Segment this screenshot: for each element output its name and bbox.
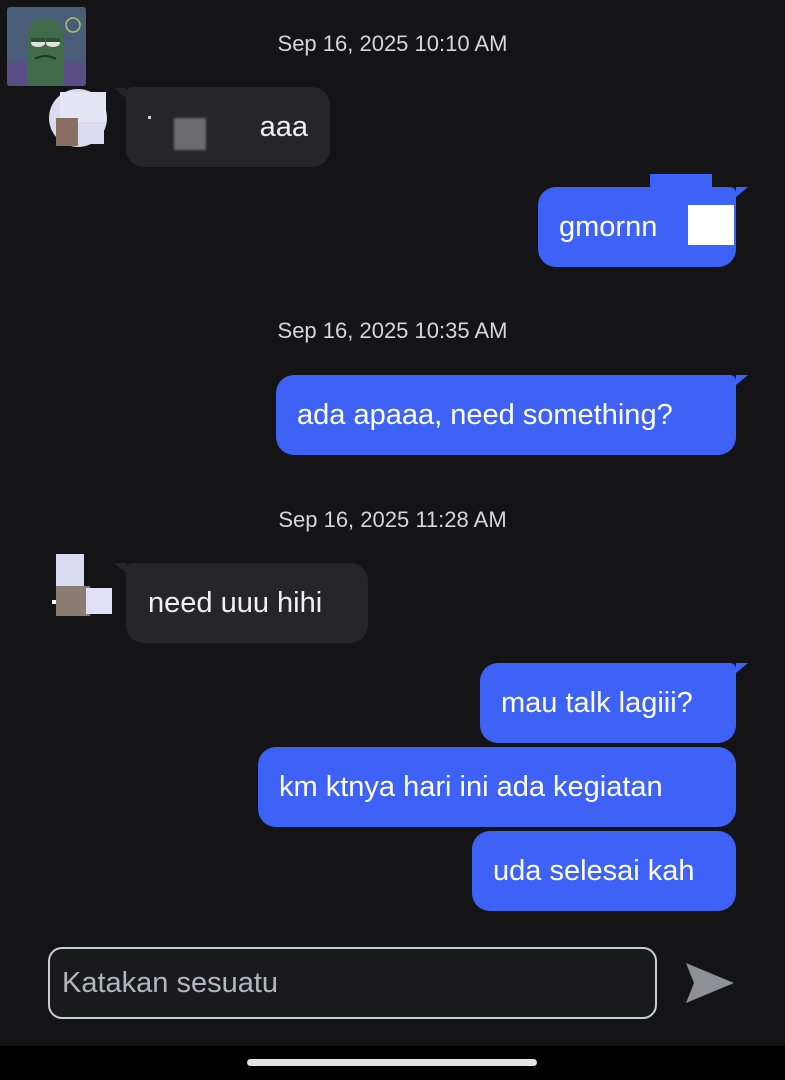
- message-bubble-outgoing: uda selesai kah: [472, 831, 736, 911]
- message-bubble-outgoing: mau talk lagiii?: [480, 663, 736, 743]
- send-button[interactable]: [680, 957, 740, 1009]
- redacted-block: [174, 118, 206, 150]
- message-bubble-outgoing: km ktnya hari ini ada kegiatan: [258, 747, 736, 827]
- message-composer: [48, 947, 657, 1019]
- message-text: aaa: [259, 110, 308, 143]
- message-text: need uuu hihi: [148, 586, 323, 619]
- message-input[interactable]: [50, 949, 655, 1017]
- redacted-block: [650, 174, 712, 188]
- message-text: ada apaaa, need something?: [297, 398, 673, 431]
- message-text: km ktnya hari ini ada kegiatan: [279, 770, 663, 803]
- timestamp: Sep 16, 2025 10:35 AM: [277, 318, 508, 343]
- message-text: mau talk lagiii?: [501, 686, 693, 719]
- sender-avatar[interactable]: [48, 88, 108, 148]
- sender-avatar[interactable]: [48, 554, 112, 616]
- message-bubble-outgoing: ada apaaa, need something?: [276, 375, 736, 455]
- message-bubble-outgoing: gmornn: [538, 174, 736, 267]
- redacted-block: [688, 205, 734, 245]
- message-bubble-incoming: need uuu hihi: [126, 563, 368, 643]
- chat-screen: Sep 16, 2025 10:10 AM aaa gmornn Sep 16,…: [0, 0, 785, 1046]
- timestamp: Sep 16, 2025 10:10 AM: [277, 31, 508, 56]
- timestamp: Sep 16, 2025 11:28 AM: [278, 507, 507, 532]
- message-text: uda selesai kah: [493, 854, 695, 887]
- message-text: gmornn: [559, 210, 658, 243]
- message-bubble-incoming: aaa: [126, 87, 330, 167]
- send-arrow-icon: [686, 963, 734, 1003]
- home-indicator[interactable]: [247, 1059, 537, 1066]
